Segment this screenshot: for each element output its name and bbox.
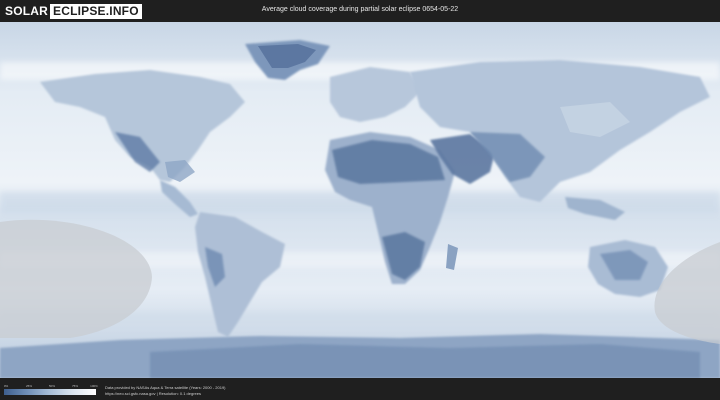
- top-bar: SOLAR ECLIPSE.INFO Average cloud coverag…: [0, 0, 720, 22]
- legend-tick-75: 75%: [71, 384, 79, 388]
- legend-tick-25: 25%: [25, 384, 33, 388]
- legend-tick-50: 50%: [48, 384, 56, 388]
- world-map-svg: [0, 22, 720, 378]
- legend-color-bar: [4, 389, 96, 395]
- legend-tick-100: 100%: [90, 384, 98, 388]
- credit-line-1: Data provided by NASAs Aqua & Terra sate…: [105, 385, 226, 390]
- legend-tick-0: 0%: [3, 384, 9, 388]
- page-title: Average cloud coverage during partial so…: [261, 6, 459, 13]
- cloud-coverage-legend: 0% 25% 50% 75% 100%: [3, 384, 98, 395]
- cloud-coverage-map: [0, 22, 720, 378]
- credit-line-2: https://neo.sci.gsfc.nasa.gov | Resoluti…: [105, 391, 201, 396]
